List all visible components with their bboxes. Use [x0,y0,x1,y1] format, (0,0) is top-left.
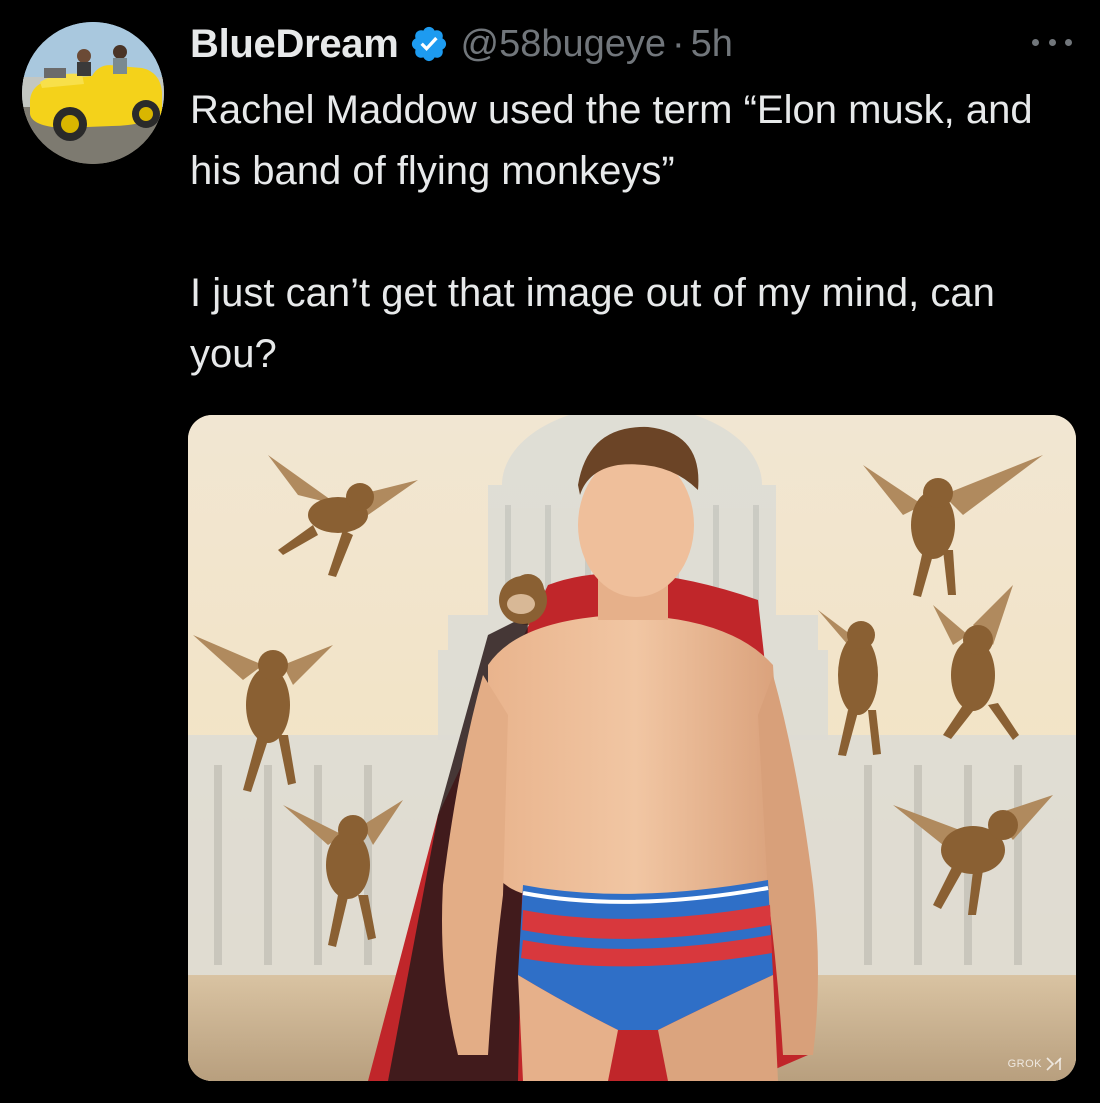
header-separator: · [672,22,685,65]
tweet-header: BlueDream @58bugeye · 5h [190,18,733,70]
grok-watermark: GROK [1008,1057,1062,1071]
verified-badge-icon[interactable] [409,24,449,64]
author-display-name[interactable]: BlueDream [190,22,399,67]
tweet: BlueDream @58bugeye · 5h Rachel Maddow u… [0,0,1100,1103]
author-avatar[interactable] [22,22,164,164]
avatar-yellow-car-icon [22,22,164,164]
xai-logo-icon [1046,1057,1062,1071]
tweet-media-image[interactable]: GROK [188,415,1076,1081]
watermark-text: GROK [1007,1058,1042,1070]
more-dot [1032,38,1039,46]
tweet-paragraph: Rachel Maddow used the term “Elon musk, … [190,88,1033,193]
tweet-text: Rachel Maddow used the term “Elon musk, … [190,80,1050,385]
tweet-paragraph: I just can’t get that image out of my mi… [190,271,995,376]
more-dot [1065,38,1072,46]
more-dot [1048,38,1056,46]
more-options-icon[interactable] [1032,30,1072,54]
tweet-timestamp[interactable]: 5h [691,23,733,66]
author-handle[interactable]: @58bugeye [461,23,667,66]
media-illustration [188,415,1076,1081]
